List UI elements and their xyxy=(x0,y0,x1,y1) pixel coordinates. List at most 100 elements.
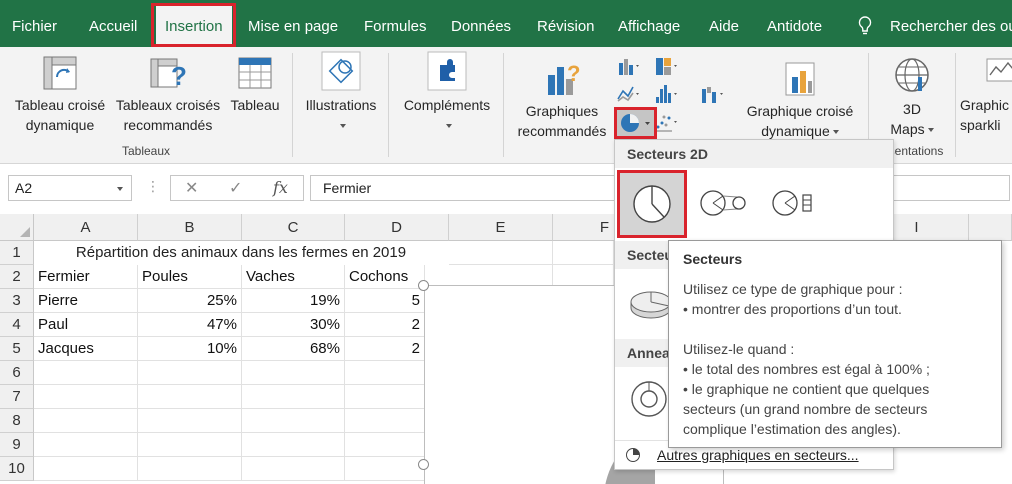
sparklines-button[interactable]: Graphic sparkli xyxy=(960,55,1012,135)
pivot-chart-button[interactable]: Graphique croisé dynamique xyxy=(738,61,862,141)
table-cell[interactable] xyxy=(34,385,138,409)
column-header-j[interactable] xyxy=(969,214,1012,241)
header-cell-vaches[interactable]: Vaches xyxy=(242,265,345,289)
table-cell[interactable]: 25% xyxy=(138,289,242,313)
statistic-chart-icon[interactable] xyxy=(654,83,680,105)
table-cell[interactable] xyxy=(138,409,242,433)
table-cell[interactable]: 30% xyxy=(242,313,345,337)
row-header-5[interactable]: 5 xyxy=(0,337,34,361)
addins-button[interactable]: Compléments xyxy=(395,51,499,135)
table-cell[interactable]: Jacques xyxy=(34,337,138,361)
table-cell[interactable] xyxy=(242,409,345,433)
tab-formules[interactable]: Formules xyxy=(364,0,427,47)
column-header-c[interactable]: C xyxy=(242,214,345,241)
confirm-icon[interactable]: ✓ xyxy=(229,178,242,198)
tooltip-text: secteurs (un grand nombre de secteurs xyxy=(683,401,928,417)
row-header-10[interactable]: 10 xyxy=(0,457,34,481)
tab-insertion[interactable]: Insertion xyxy=(156,6,232,47)
cancel-icon[interactable]: ✕ xyxy=(185,178,198,198)
pie-2d-option[interactable] xyxy=(617,170,687,238)
table-cell[interactable] xyxy=(34,433,138,457)
table-cell[interactable] xyxy=(138,433,242,457)
pie-of-pie-option[interactable] xyxy=(693,174,757,232)
table-cell[interactable] xyxy=(34,409,138,433)
chevron-down-icon xyxy=(832,130,839,135)
table-cell[interactable] xyxy=(138,385,242,409)
drag-handle-icon[interactable]: ⋮ xyxy=(146,178,160,195)
chevron-down-icon xyxy=(339,124,346,129)
header-cell-cochons[interactable]: Cochons xyxy=(345,265,425,289)
table-cell[interactable]: 47% xyxy=(138,313,242,337)
row-header-8[interactable]: 8 xyxy=(0,409,34,433)
sheet-title-cell[interactable]: Répartition des animaux dans les fermes … xyxy=(35,241,447,265)
3d-maps-button[interactable]: 3D Maps xyxy=(878,55,946,139)
row-header-7[interactable]: 7 xyxy=(0,385,34,409)
table-button[interactable]: Tableau xyxy=(226,55,284,115)
table-cell[interactable] xyxy=(242,361,345,385)
recommended-charts-button[interactable]: ? Graphiques recommandés xyxy=(510,61,614,141)
table-cell[interactable] xyxy=(449,241,553,265)
pivot-table-button[interactable]: Tableau croisé dynamique xyxy=(8,55,112,135)
table-cell[interactable] xyxy=(138,361,242,385)
table-cell[interactable] xyxy=(345,409,425,433)
column-header-e[interactable]: E xyxy=(449,214,553,241)
table-cell[interactable]: 10% xyxy=(138,337,242,361)
table-cell[interactable]: 68% xyxy=(242,337,345,361)
pivot-chart-label-2: dynamique xyxy=(761,123,830,139)
scatter-chart-icon[interactable] xyxy=(654,111,680,133)
recommended-pivot-button[interactable]: ? Tableaux croisés recommandés xyxy=(113,55,223,135)
table-cell[interactable] xyxy=(242,433,345,457)
table-cell[interactable] xyxy=(345,385,425,409)
insert-function-icon[interactable]: fx xyxy=(273,178,288,197)
pivot-chart-label-1: Graphique croisé xyxy=(746,103,854,119)
table-cell[interactable] xyxy=(345,433,425,457)
tab-fichier[interactable]: Fichier xyxy=(12,0,57,47)
table-cell[interactable] xyxy=(345,457,425,481)
table-cell[interactable]: 2 xyxy=(345,337,425,361)
row-header-3[interactable]: 3 xyxy=(0,289,34,313)
row-header-6[interactable]: 6 xyxy=(0,361,34,385)
tab-mise-en-page[interactable]: Mise en page xyxy=(248,0,338,47)
insert-pie-chart-button[interactable] xyxy=(614,107,657,139)
globe-icon xyxy=(895,58,929,92)
tab-antidote[interactable]: Antidote xyxy=(767,0,822,47)
table-cell[interactable] xyxy=(242,385,345,409)
header-cell-poules[interactable]: Poules xyxy=(138,265,242,289)
table-cell[interactable]: 2 xyxy=(345,313,425,337)
row-header-9[interactable]: 9 xyxy=(0,433,34,457)
tab-aide[interactable]: Aide xyxy=(709,0,739,47)
table-cell[interactable] xyxy=(242,457,345,481)
table-cell[interactable] xyxy=(553,241,614,265)
table-cell[interactable]: Pierre xyxy=(34,289,138,313)
table-cell[interactable] xyxy=(34,361,138,385)
bar-of-pie-icon xyxy=(772,190,812,216)
header-cell-fermier[interactable]: Fermier xyxy=(34,265,138,289)
illustrations-button[interactable]: Illustrations xyxy=(298,51,384,135)
hierarchy-chart-icon[interactable] xyxy=(654,55,680,77)
table-cell[interactable]: 19% xyxy=(242,289,345,313)
tab-accueil[interactable]: Accueil xyxy=(89,0,137,47)
tab-revision[interactable]: Révision xyxy=(537,0,595,47)
row-header-4[interactable]: 4 xyxy=(0,313,34,337)
waterfall-chart-icon[interactable] xyxy=(700,83,726,105)
column-header-d[interactable]: D xyxy=(345,214,449,241)
row-header-1[interactable]: 1 xyxy=(0,241,34,265)
tell-me-search[interactable]: Rechercher des ou xyxy=(890,0,1012,47)
column-chart-icon[interactable] xyxy=(616,55,642,77)
tab-affichage[interactable]: Affichage xyxy=(618,0,680,47)
table-cell[interactable]: 5 xyxy=(345,289,425,313)
table-cell[interactable] xyxy=(34,457,138,481)
line-chart-icon[interactable] xyxy=(616,83,642,105)
resize-handle[interactable] xyxy=(418,459,429,470)
resize-handle[interactable] xyxy=(418,280,429,291)
row-header-2[interactable]: 2 xyxy=(0,265,34,289)
column-header-b[interactable]: B xyxy=(138,214,242,241)
table-cell[interactable] xyxy=(345,361,425,385)
column-header-a[interactable]: A xyxy=(34,214,138,241)
bar-of-pie-option[interactable] xyxy=(765,174,829,232)
select-all-button[interactable] xyxy=(0,214,34,241)
table-cell[interactable]: Paul xyxy=(34,313,138,337)
table-cell[interactable] xyxy=(138,457,242,481)
name-box[interactable]: A2 xyxy=(8,175,132,201)
tab-donnees[interactable]: Données xyxy=(451,0,511,47)
